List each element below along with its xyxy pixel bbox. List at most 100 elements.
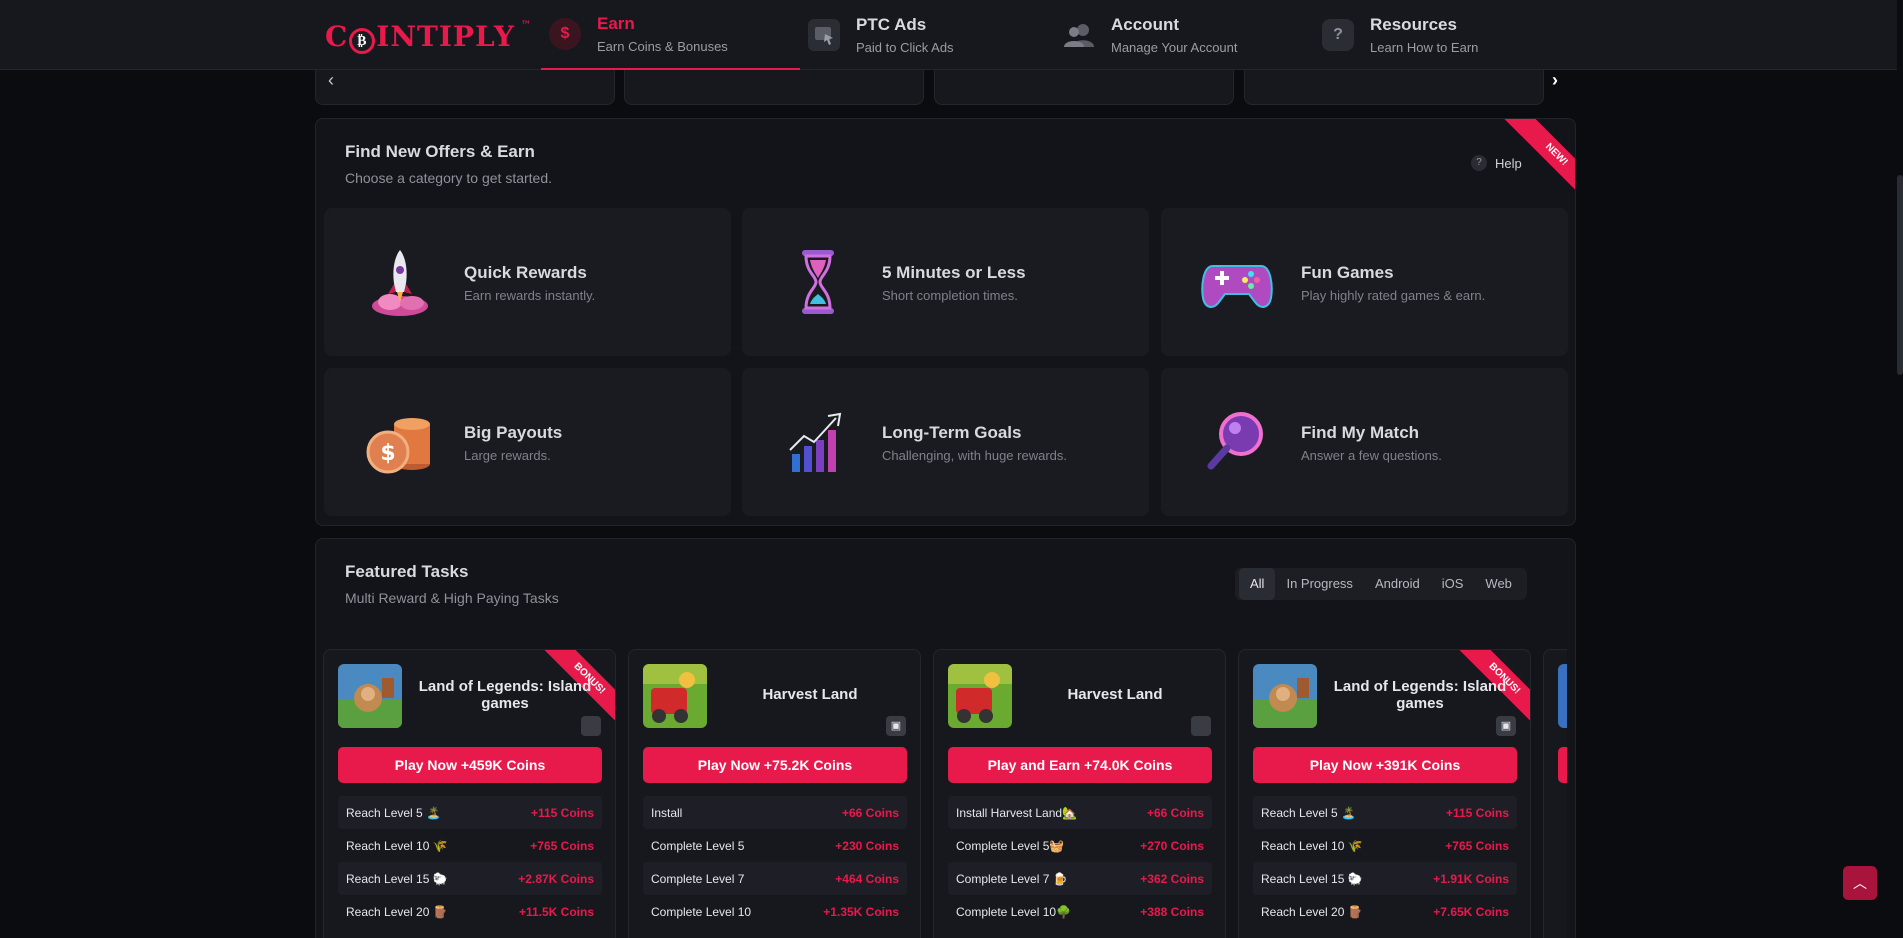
scroll-to-top-button[interactable]: ︿ <box>1843 866 1877 900</box>
reward-label: Reach Level 5 🏝️ <box>1261 805 1356 820</box>
game-thumbnail <box>338 664 402 728</box>
carousel-card[interactable] <box>624 70 924 105</box>
category-quick-rewards[interactable]: Quick Rewards Earn rewards instantly. <box>324 208 731 356</box>
reward-row: Install Harvest Land🏡 +66 Coins <box>948 796 1212 829</box>
reward-row: Complete Level 5🧺 +270 Coins <box>948 829 1212 862</box>
carousel-next-icon[interactable]: › <box>1552 70 1558 91</box>
play-now-button[interactable]: Play Now +459K Coins <box>338 747 602 783</box>
help-button[interactable]: ? Help <box>1471 155 1522 171</box>
game-thumbnail <box>1253 664 1317 728</box>
reward-list: Reach Level 5 🏝️ +115 Coins Reach Level 1… <box>1253 796 1517 928</box>
game-thumbnail <box>948 664 1012 728</box>
category-title: 5 Minutes or Less <box>882 263 1026 282</box>
nav-earn[interactable]: $ Earn Earn Coins & Bonuses <box>541 0 800 70</box>
reward-value: +1.91K Coins <box>1433 871 1509 886</box>
reward-value: +765 Coins <box>1445 838 1509 853</box>
featured-subtitle: Multi Reward & High Paying Tasks <box>345 590 559 606</box>
category-find-my-match[interactable]: Find My Match Answer a few questions. <box>1161 368 1568 516</box>
reward-list: Reach Level 5 🏝️ +115 Coins Reach Level 1… <box>338 796 602 928</box>
reward-label: Reach Level 10 🌾 <box>346 838 448 853</box>
game-thumbnail <box>1558 664 1567 728</box>
filter-web[interactable]: Web <box>1474 568 1523 600</box>
reward-value: +66 Coins <box>841 805 899 820</box>
reward-label: Complete Level 5 <box>651 838 745 853</box>
reward-list: Install +66 Coins Complete Level 5 +230 Co… <box>643 796 907 928</box>
page: C ₿ INTIPLY ™ $ Earn Earn Coins & Bonuses PT… <box>0 0 1903 938</box>
task-card-partial[interactable] <box>1543 649 1567 938</box>
apple-icon <box>1191 716 1211 736</box>
category-title: Long-Term Goals <box>882 423 1022 442</box>
growth-chart-icon <box>782 406 854 478</box>
reward-label: Reach Level 10 🌾 <box>1261 838 1363 853</box>
category-desc: Play highly rated games & earn. <box>1301 288 1486 303</box>
users-icon <box>1063 19 1095 51</box>
category-big-payouts[interactable]: $ Big Payouts Large rewards. <box>324 368 731 516</box>
play-now-button[interactable]: Play and Earn +74.0K Coins <box>948 747 1212 783</box>
coins-icon: $ <box>364 406 436 478</box>
task-name: Harvest Land <box>1067 686 1163 703</box>
reward-row: Reach Level 10 🌾 +765 Coins <box>1253 829 1517 862</box>
dollar-icon: $ <box>549 18 581 50</box>
nav-account-title: Account <box>1111 15 1179 34</box>
task-card[interactable]: Harvest Land ▣ Play Now +75.2K Coins Ins… <box>628 649 921 938</box>
category-5-minutes[interactable]: 5 Minutes or Less Short completion times… <box>742 208 1149 356</box>
reward-label: Complete Level 10🌳 <box>956 904 1072 919</box>
category-desc: Earn rewards instantly. <box>464 288 596 303</box>
reward-value: +765 Coins <box>530 838 594 853</box>
nav-account[interactable]: Account Manage Your Account <box>1063 0 1238 70</box>
category-fun-games[interactable]: Fun Games Play highly rated games & earn… <box>1161 208 1568 356</box>
page-scrollbar[interactable] <box>1897 0 1903 938</box>
category-title: Find My Match <box>1301 423 1420 442</box>
carousel-prev-icon[interactable]: ‹ <box>328 70 334 91</box>
play-now-button[interactable]: Play Now +391K Coins <box>1253 747 1517 783</box>
reward-row: Install +66 Coins <box>643 796 907 829</box>
nav-earn-title: Earn <box>597 14 635 33</box>
category-desc: Large rewards. <box>464 448 551 463</box>
reward-row: Reach Level 15 🐑 +1.91K Coins <box>1253 862 1517 895</box>
filter-ios[interactable]: iOS <box>1431 568 1475 600</box>
reward-label: Reach Level 15 🐑 <box>346 871 448 886</box>
magnifier-icon <box>1201 406 1273 478</box>
carousel-card[interactable] <box>315 70 615 105</box>
task-card[interactable]: BONUS! Land of Legends: Island games ▣ P… <box>1238 649 1531 938</box>
category-long-term-goals[interactable]: Long-Term Goals Challenging, with huge r… <box>742 368 1149 516</box>
category-desc: Short completion times. <box>882 288 1018 303</box>
filter-in-progress[interactable]: In Progress <box>1275 568 1363 600</box>
help-label: Help <box>1495 155 1522 171</box>
chevron-up-icon: ︿ <box>1853 875 1867 891</box>
reward-list: Install Harvest Land🏡 +66 Coins Complete … <box>948 796 1212 928</box>
android-icon: ▣ <box>1496 716 1516 736</box>
category-title: Big Payouts <box>464 423 563 442</box>
offers-subtitle: Choose a category to get started. <box>345 170 553 186</box>
reward-label: Install <box>651 805 683 820</box>
nav-ptc-subtitle: Paid to Click Ads <box>856 40 954 55</box>
task-filter-tabs: All In Progress Android iOS Web <box>1235 568 1527 600</box>
reward-row: Reach Level 15 🐑 +2.87K Coins <box>338 862 602 895</box>
task-card[interactable]: Harvest Land Play and Earn +74.0K Coins … <box>933 649 1226 938</box>
reward-row: Complete Level 10🌳 +388 Coins <box>948 895 1212 928</box>
reward-row: Reach Level 5 🏝️ +115 Coins <box>1253 796 1517 829</box>
nav-resources[interactable]: ? Resources Learn How to Earn <box>1322 0 1478 70</box>
reward-row: Complete Level 10 +1.35K Coins <box>643 895 907 928</box>
filter-all[interactable]: All <box>1239 568 1276 600</box>
brand-logo[interactable]: C ₿ INTIPLY ™ <box>325 20 531 54</box>
play-now-button[interactable]: Play Now +75.2K Coins <box>643 747 907 783</box>
reward-value: +66 Coins <box>1146 805 1204 820</box>
task-card[interactable]: BONUS! Land of Legends: Island games Pla… <box>323 649 616 938</box>
carousel-card[interactable] <box>1244 70 1544 105</box>
reward-value: +1.35K Coins <box>823 904 899 919</box>
reward-row: Reach Level 20 🪵 +7.65K Coins <box>1253 895 1517 928</box>
category-title: Quick Rewards <box>464 263 587 282</box>
scrollbar-thumb[interactable] <box>1897 175 1903 375</box>
reward-label: Reach Level 5 🏝️ <box>346 805 441 820</box>
reward-value: +270 Coins <box>1140 838 1204 853</box>
hourglass-icon <box>782 246 854 318</box>
filter-android[interactable]: Android <box>1364 568 1431 600</box>
reward-label: Complete Level 7 <box>651 871 745 886</box>
reward-row: Reach Level 20 🪵 +11.5K Coins <box>338 895 602 928</box>
question-icon: ? <box>1322 19 1354 51</box>
play-now-button[interactable] <box>1558 747 1567 783</box>
nav-ptc-ads[interactable]: PTC Ads Paid to Click Ads <box>808 0 954 70</box>
carousel-card[interactable] <box>934 70 1234 105</box>
reward-value: +230 Coins <box>835 838 899 853</box>
